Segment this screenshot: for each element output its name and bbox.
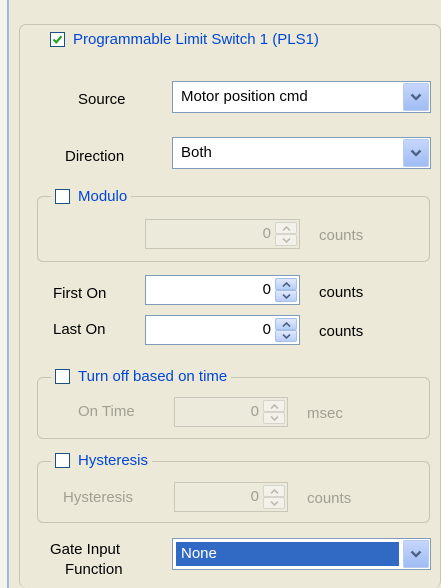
gate-input-value: None (181, 545, 217, 562)
turn-off-checkbox[interactable]: Turn off based on time (51, 368, 232, 385)
spin-down-icon[interactable] (263, 497, 285, 509)
first-on-value: 0 (262, 281, 271, 298)
chevron-down-icon[interactable] (403, 83, 429, 111)
spin-up-icon[interactable] (275, 222, 297, 234)
spin-down-icon[interactable] (263, 412, 285, 424)
last-on-spinner[interactable]: 0 (145, 315, 300, 345)
hysteresis-checkbox[interactable]: Hysteresis (51, 452, 153, 469)
last-on-unit: counts (319, 323, 364, 340)
source-value: Motor position cmd (181, 88, 308, 105)
pls1-title: Programmable Limit Switch 1 (PLS1) (73, 31, 319, 48)
on-time-unit: msec (307, 405, 343, 422)
last-on-value: 0 (262, 321, 271, 338)
spin-up-icon[interactable] (263, 400, 285, 412)
modulo-spinner[interactable]: 0 (145, 219, 300, 249)
gate-input-dropdown[interactable]: None (172, 538, 431, 570)
source-label: Source (78, 91, 126, 108)
direction-value: Both (181, 144, 212, 161)
modulo-checkbox[interactable]: Modulo (51, 188, 132, 205)
turn-off-checkbox-box[interactable] (55, 369, 70, 384)
left-panel-edge (0, 0, 9, 588)
pls1-checkbox-box[interactable] (50, 32, 65, 47)
direction-label: Direction (65, 148, 125, 165)
on-time-spinner[interactable]: 0 (174, 397, 288, 427)
on-time-value: 0 (250, 403, 259, 420)
modulo-label: Modulo (78, 188, 128, 205)
spin-up-icon[interactable] (275, 318, 297, 330)
gate-input-label-line2: Function (65, 561, 123, 578)
modulo-value: 0 (262, 225, 271, 242)
first-on-spinner[interactable]: 0 (145, 275, 300, 305)
checkmark-icon (52, 35, 63, 44)
last-on-label: Last On (53, 321, 106, 338)
direction-dropdown[interactable]: Both (172, 137, 431, 169)
modulo-unit: counts (319, 227, 364, 244)
hysteresis-checkbox-box[interactable] (55, 453, 70, 468)
hysteresis-spinner[interactable]: 0 (174, 482, 288, 512)
pls1-enable-checkbox[interactable]: Programmable Limit Switch 1 (PLS1) (46, 31, 323, 48)
spin-down-icon[interactable] (275, 330, 297, 342)
hysteresis-field-label: Hysteresis (63, 489, 134, 506)
chevron-down-icon[interactable] (403, 540, 429, 568)
spin-down-icon[interactable] (275, 290, 297, 302)
hysteresis-unit: counts (307, 490, 352, 507)
first-on-label: First On (53, 285, 107, 302)
spin-up-icon[interactable] (263, 485, 285, 497)
hysteresis-value: 0 (250, 488, 259, 505)
source-dropdown[interactable]: Motor position cmd (172, 81, 431, 113)
hysteresis-label: Hysteresis (78, 452, 149, 469)
on-time-label: On Time (78, 403, 135, 420)
spin-down-icon[interactable] (275, 234, 297, 246)
gate-input-label-line1: Gate Input (50, 541, 121, 558)
spin-up-icon[interactable] (275, 278, 297, 290)
first-on-unit: counts (319, 284, 364, 301)
chevron-down-icon[interactable] (403, 139, 429, 167)
modulo-checkbox-box[interactable] (55, 189, 70, 204)
turn-off-label: Turn off based on time (78, 368, 228, 385)
